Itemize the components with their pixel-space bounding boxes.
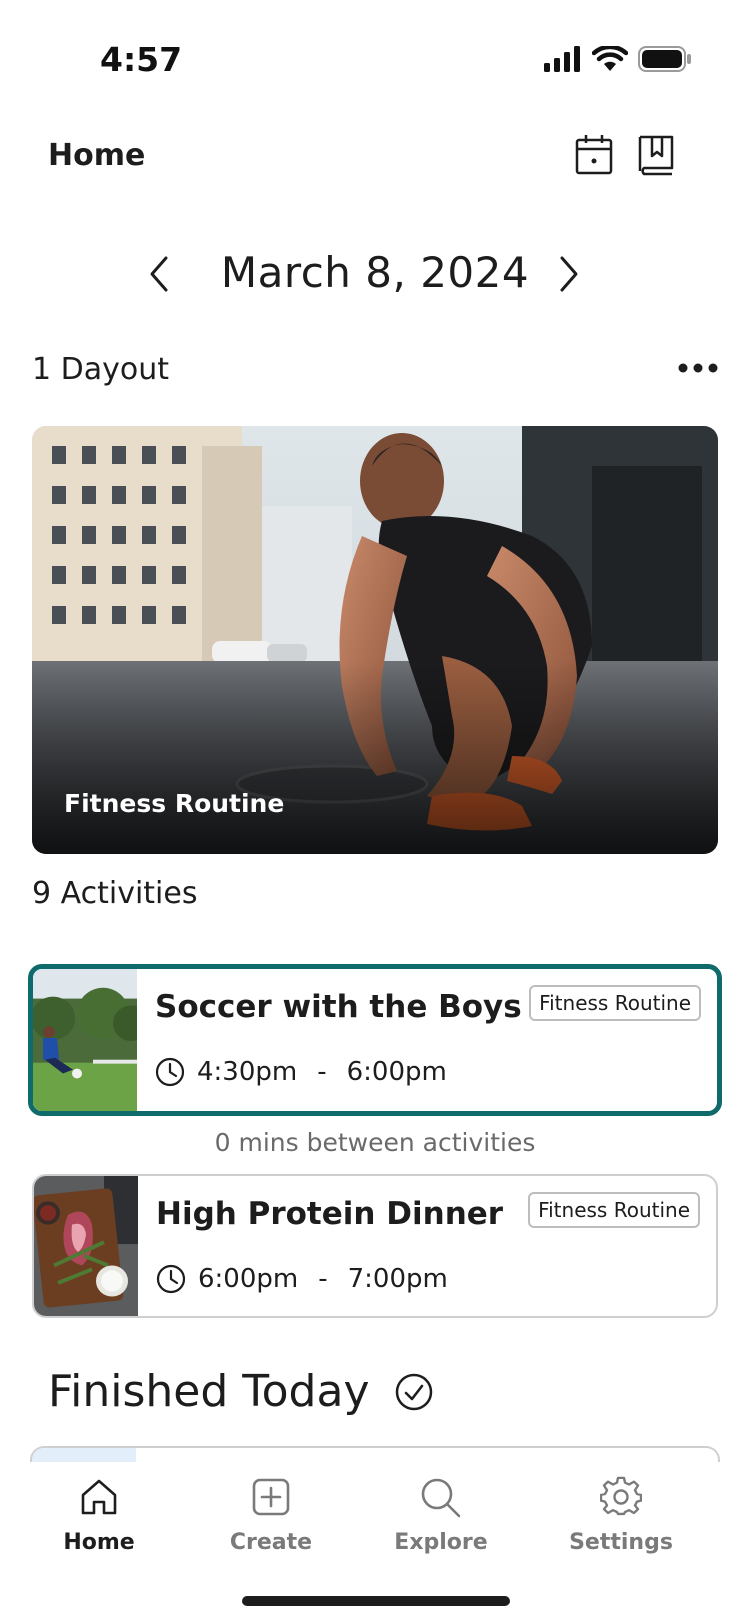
calendar-icon[interactable]: [574, 134, 614, 176]
clock-icon: [156, 1264, 186, 1294]
dayout-section-header: 1 Dayout: [32, 352, 718, 392]
tab-explore[interactable]: Explore: [366, 1476, 516, 1555]
tab-create[interactable]: Create: [196, 1476, 346, 1555]
activity-tag: Fitness Routine: [528, 1192, 700, 1228]
finished-today-title: Finished Today: [48, 1366, 370, 1417]
activity-thumbnail-soccer: [33, 969, 137, 1111]
tab-home-label: Home: [63, 1530, 135, 1555]
activity-end-time: 7:00pm: [347, 1264, 448, 1294]
tab-home[interactable]: Home: [24, 1476, 174, 1555]
more-options-icon[interactable]: [678, 362, 718, 374]
header: Home: [0, 120, 750, 200]
gear-icon: [600, 1476, 642, 1516]
status-bar: 4:57: [0, 0, 750, 100]
bookmark-book-icon[interactable]: [636, 134, 676, 176]
date-navigator: March 8, 2024: [0, 240, 750, 310]
time-separator: -: [317, 1057, 327, 1087]
activities-count: 9 Activities: [32, 876, 198, 911]
activity-start-time: 4:30pm: [197, 1057, 298, 1087]
current-date[interactable]: March 8, 2024: [0, 248, 750, 297]
tab-create-label: Create: [229, 1530, 313, 1555]
activity-start-time: 6:00pm: [198, 1264, 299, 1294]
activity-card[interactable]: High Protein Dinner Fitness Routine 6:00…: [32, 1174, 718, 1318]
status-time: 4:57: [100, 40, 183, 79]
signal-icon: [544, 46, 580, 72]
dayout-card[interactable]: Fitness Routine: [32, 426, 718, 854]
tab-settings[interactable]: Settings: [546, 1476, 696, 1555]
activity-name: High Protein Dinner: [156, 1196, 504, 1232]
plus-square-icon: [252, 1478, 290, 1516]
home-icon: [81, 1479, 117, 1515]
activities-section-header: 9 Activities: [32, 876, 718, 916]
search-icon: [421, 1478, 461, 1518]
activity-thumbnail-dinner: [34, 1176, 138, 1316]
tab-explore-label: Explore: [394, 1530, 488, 1555]
dayout-card-title: Fitness Routine: [64, 789, 285, 818]
finished-today-header: Finished Today: [48, 1366, 434, 1417]
time-separator: -: [318, 1264, 328, 1294]
tab-settings-label: Settings: [569, 1530, 673, 1555]
activity-time-range: 4:30pm - 6:00pm: [155, 1057, 447, 1087]
clock-icon: [155, 1057, 185, 1087]
activity-end-time: 6:00pm: [346, 1057, 447, 1087]
dayout-count: 1 Dayout: [32, 352, 169, 387]
status-icons: [544, 46, 692, 72]
activity-name: Soccer with the Boys: [155, 989, 522, 1025]
battery-icon: [638, 46, 691, 72]
page-title: Home: [48, 138, 146, 173]
activity-time-range: 6:00pm - 7:00pm: [156, 1264, 448, 1294]
activity-tag: Fitness Routine: [529, 985, 701, 1021]
wifi-icon: [592, 46, 628, 71]
activity-card[interactable]: Soccer with the Boys Fitness Routine 4:3…: [28, 964, 722, 1116]
home-indicator[interactable]: [242, 1596, 510, 1606]
check-circle-icon: [395, 1373, 432, 1410]
chevron-right-icon[interactable]: [550, 252, 586, 296]
activity-gap-text: 0 mins between activities: [214, 1128, 536, 1157]
